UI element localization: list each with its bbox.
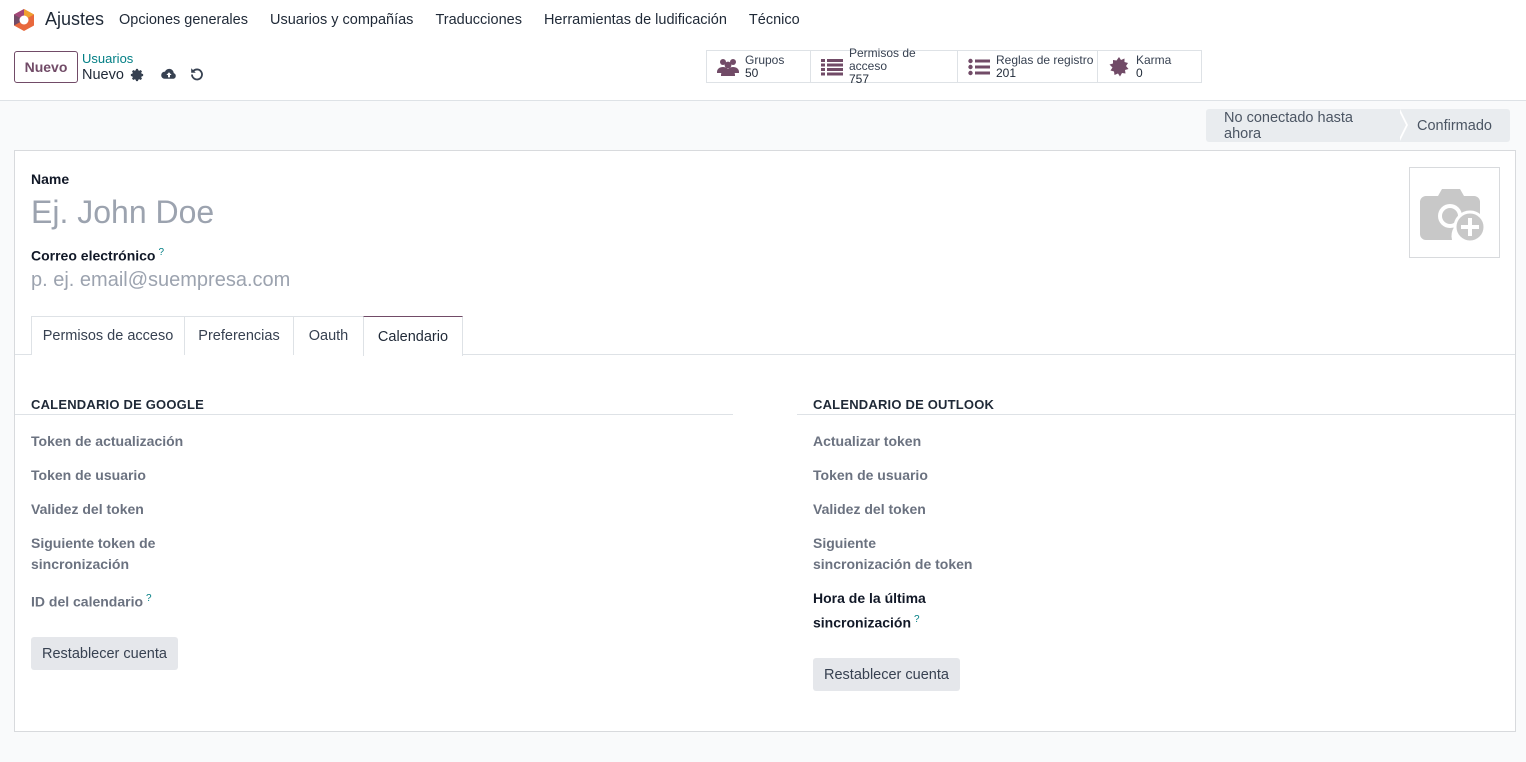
stat-rules-label: Reglas de registro: [996, 52, 1094, 67]
control-panel: Nuevo Usuarios Nuevo Grupos 50 Permisos …: [0, 40, 1526, 101]
tab-access-rights[interactable]: Permisos de acceso: [31, 316, 185, 355]
outlook-last-sync-line1: Hora de la última: [813, 590, 926, 606]
outlook-next-sync-line2: sincronización de token: [813, 556, 973, 572]
tab-calendar[interactable]: Calendario: [363, 316, 463, 356]
form-sheet: Name Correo electrónico? Permisos de acc…: [14, 150, 1516, 732]
menu-translations[interactable]: Traducciones: [424, 0, 533, 40]
menu-general-settings[interactable]: Opciones generales: [108, 0, 259, 40]
google-user-token-label: Token de usuario: [31, 467, 146, 483]
google-next-sync-token-label: Siguiente token de sincronización: [31, 533, 155, 575]
outlook-next-sync-token-label: Siguiente sincronización de token: [813, 533, 972, 575]
avatar-upload[interactable]: [1409, 167, 1500, 258]
karma-icon: [1108, 56, 1130, 78]
menu-technical[interactable]: Técnico: [738, 0, 811, 40]
stat-karma[interactable]: Karma 0: [1098, 51, 1201, 82]
menu-users-companies[interactable]: Usuarios y compañías: [259, 0, 424, 40]
breadcrumb-current: Nuevo: [82, 67, 124, 83]
stage-never-connected[interactable]: No conectado hasta ahora: [1206, 109, 1408, 142]
app-name[interactable]: Ajustes: [45, 9, 104, 30]
stat-groups-value: 50: [745, 65, 759, 80]
save-cloud-icon[interactable]: [160, 66, 178, 82]
camera-plus-icon: [1419, 188, 1486, 243]
stage-confirmed-label: Confirmado: [1417, 117, 1492, 134]
app-logo-icon[interactable]: [12, 8, 36, 32]
status-bar: No conectado hasta ahora Confirmado: [1206, 109, 1510, 142]
outlook-last-sync-line2: sincronización: [813, 614, 912, 631]
outlook-next-sync-line1: Siguiente: [813, 535, 877, 551]
outlook-last-sync-help-icon[interactable]: ?: [914, 614, 920, 625]
stat-karma-label: Karma: [1136, 52, 1172, 67]
stat-access-label: Permisos de acceso: [849, 46, 916, 73]
outlook-user-token-label: Token de usuario: [813, 467, 928, 483]
list-ul-icon: [968, 56, 990, 78]
google-calendar-title: CALENDARIO DE GOOGLE: [31, 397, 205, 412]
name-label: Name: [31, 171, 70, 187]
tab-preferences[interactable]: Preferencias: [184, 316, 294, 355]
stat-groups[interactable]: Grupos 50: [707, 51, 811, 82]
google-calendar-id-text: ID del calendario: [31, 593, 144, 610]
google-reset-account-button[interactable]: Restablecer cuenta: [31, 637, 178, 670]
stat-record-rules[interactable]: Reglas de registro 201: [958, 51, 1098, 82]
menu-gamification[interactable]: Herramientas de ludificación: [533, 0, 738, 40]
new-button[interactable]: Nuevo: [14, 51, 78, 83]
main-menu: Opciones generales Usuarios y compañías …: [108, 0, 811, 40]
stage-never-connected-label: No conectado hasta ahora: [1224, 109, 1353, 142]
google-refresh-token-label: Token de actualización: [31, 433, 184, 449]
stat-access-rights[interactable]: Permisos de acceso 757: [811, 47, 958, 86]
outlook-token-validity-label: Validez del token: [813, 501, 926, 517]
google-calendar-id-help-icon[interactable]: ?: [146, 593, 152, 604]
outlook-last-sync-label: Hora de la última sincronización?: [813, 588, 926, 634]
outlook-reset-account-button[interactable]: Restablecer cuenta: [813, 658, 960, 691]
stat-groups-label: Grupos: [745, 52, 785, 67]
list-icon: [821, 56, 843, 78]
stage-confirmed[interactable]: Confirmado: [1400, 109, 1510, 142]
google-next-sync-token-line1: Siguiente token de: [31, 535, 156, 551]
top-navbar: Ajustes Opciones generales Usuarios y co…: [0, 0, 1526, 40]
smart-buttons: Grupos 50 Permisos de acceso 757 Reglas …: [706, 47, 1202, 86]
stat-access-value: 757: [849, 72, 870, 86]
stat-karma-value: 0: [1136, 65, 1143, 80]
outlook-group-divider: [797, 414, 1515, 415]
discard-undo-icon[interactable]: [189, 66, 205, 82]
outlook-calendar-title: CALENDARIO DE OUTLOOK: [813, 397, 995, 412]
notebook-tabs: Permisos de acceso Preferencias Oauth Ca…: [15, 316, 1515, 356]
email-input[interactable]: [31, 266, 731, 294]
name-input[interactable]: [31, 191, 731, 233]
gear-icon[interactable]: [129, 67, 145, 83]
tab-oauth[interactable]: Oauth: [293, 316, 364, 355]
google-group-divider: [15, 414, 733, 415]
breadcrumb-users[interactable]: Usuarios: [82, 51, 133, 66]
google-calendar-id-label: ID del calendario?: [31, 588, 152, 613]
users-icon: [717, 56, 739, 78]
email-help-icon[interactable]: ?: [158, 247, 164, 258]
google-next-sync-token-line2: sincronización: [31, 556, 130, 572]
email-label-text: Correo electrónico: [31, 247, 156, 264]
email-label: Correo electrónico?: [31, 247, 164, 264]
stat-rules-value: 201: [996, 65, 1017, 80]
outlook-refresh-token-label: Actualizar token: [813, 433, 922, 449]
google-token-validity-label: Validez del token: [31, 501, 144, 517]
